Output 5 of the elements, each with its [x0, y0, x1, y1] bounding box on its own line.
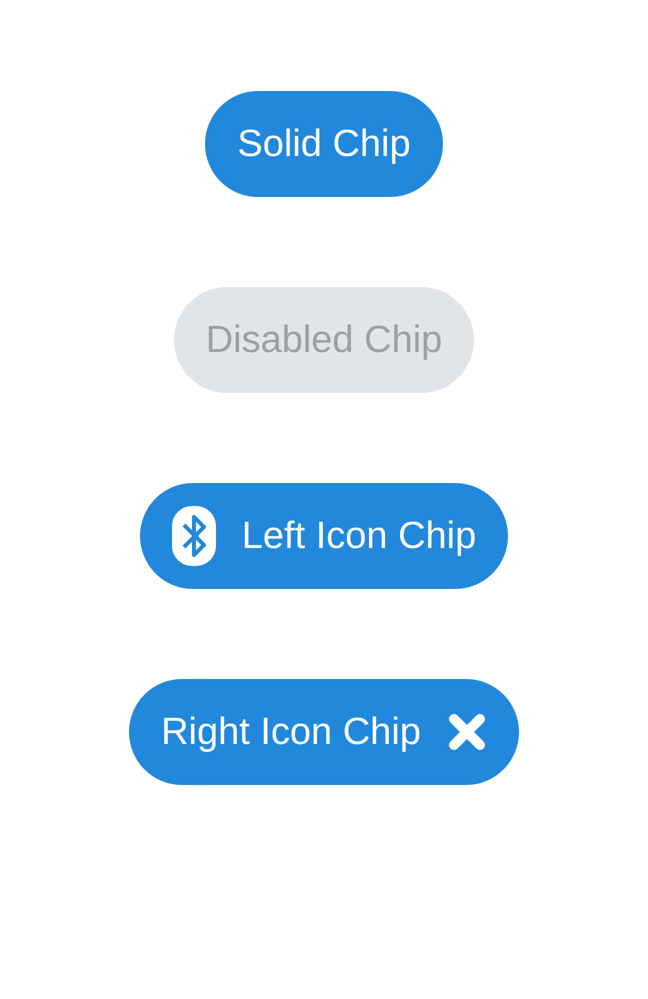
bluetooth-icon [172, 506, 216, 566]
chip[interactable]: Right Icon Chip [129, 679, 519, 785]
chip[interactable]: Left Icon Chip [140, 483, 508, 589]
close-icon [446, 712, 487, 752]
chip[interactable]: Solid Chip [205, 91, 443, 197]
